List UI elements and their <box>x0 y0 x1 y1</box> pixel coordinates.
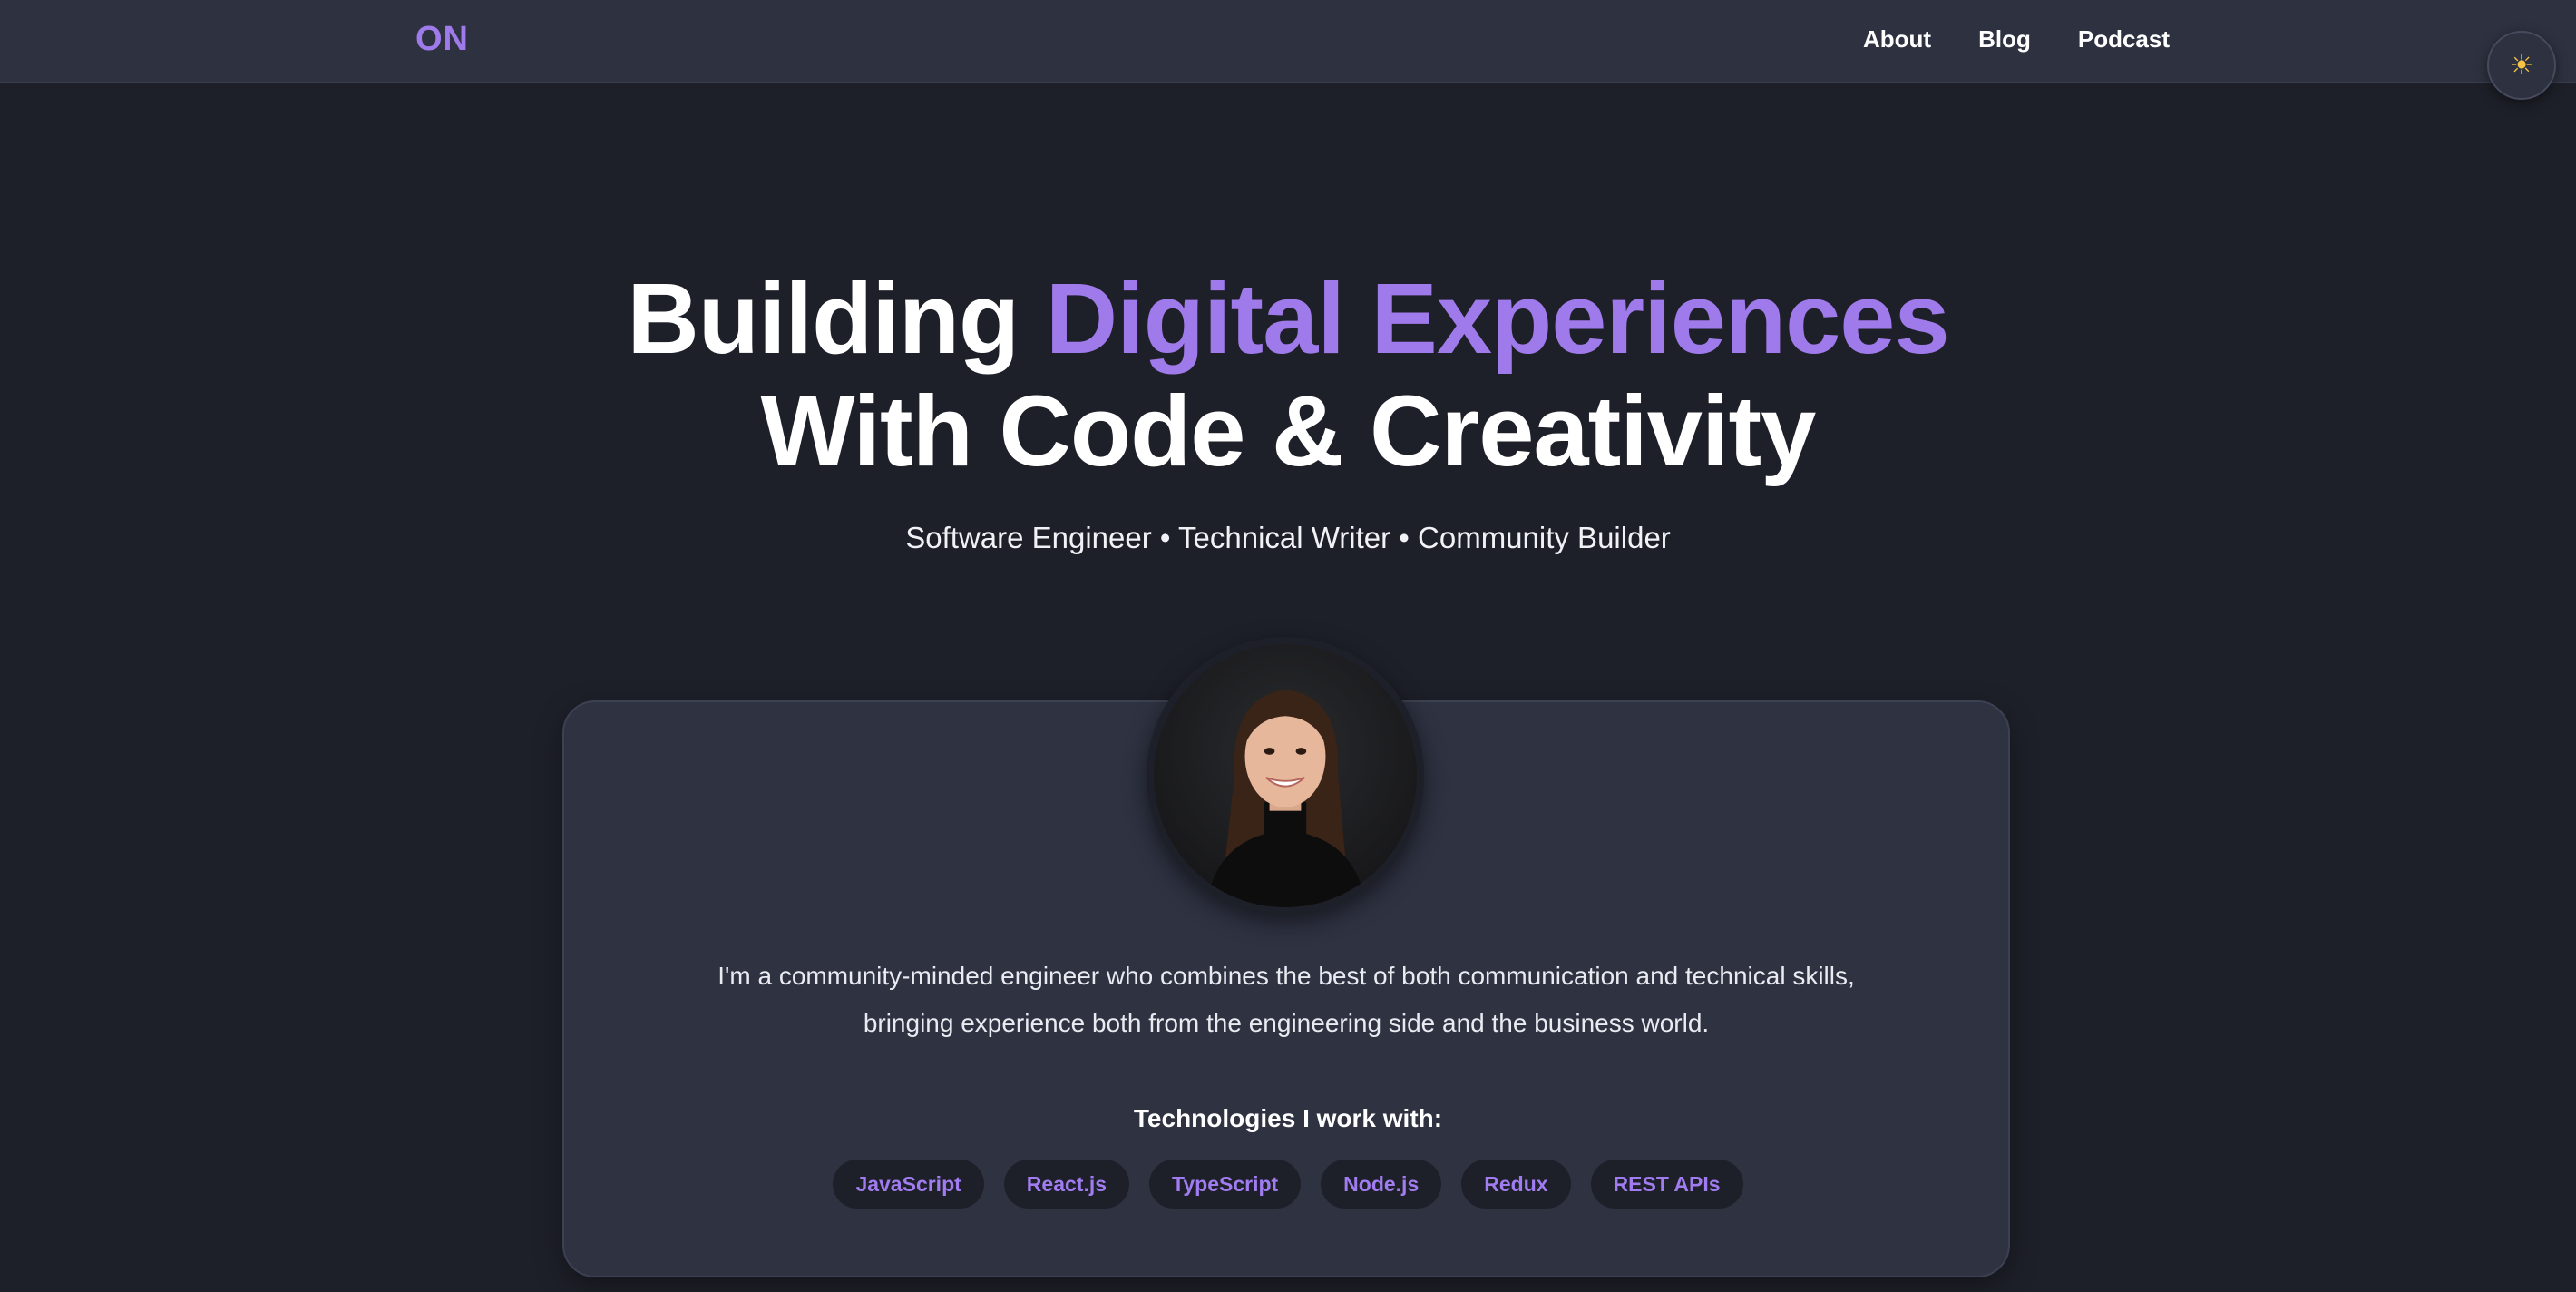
hero-title-accent: Digital Experiences <box>1045 263 1950 375</box>
tech-tag-redux: Redux <box>1461 1160 1571 1209</box>
hero-title-line2: With Code & Creativity <box>760 376 1817 487</box>
sun-icon: ☀ <box>2509 50 2534 81</box>
nav-link-about[interactable]: About <box>1863 25 1931 54</box>
hero-title: Building Digital Experiences With Code &… <box>0 263 2576 488</box>
theme-toggle-button[interactable]: ☀ <box>2487 31 2556 100</box>
top-navigation-bar: ON About Blog Podcast <box>0 0 2576 83</box>
tech-tag-javascript: JavaScript <box>833 1160 984 1209</box>
site-logo[interactable]: ON <box>415 20 469 59</box>
tech-tag-reactjs: React.js <box>1003 1160 1130 1209</box>
profile-avatar <box>1147 637 1424 915</box>
main-nav: About Blog Podcast <box>1863 25 2170 54</box>
hero-title-part1: Building <box>627 263 1046 375</box>
technology-tags: JavaScript React.js TypeScript Node.js R… <box>0 1160 2576 1209</box>
hero-subtitle: Software Engineer • Technical Writer • C… <box>905 521 1671 554</box>
tech-tag-typescript: TypeScript <box>1149 1160 1302 1209</box>
nav-link-podcast[interactable]: Podcast <box>2078 25 2170 54</box>
tech-tag-nodejs: Node.js <box>1321 1160 1442 1209</box>
technologies-heading: Technologies I work with: <box>1133 1104 1443 1132</box>
profile-bio: I'm a community-minded engineer who comb… <box>717 962 1855 1037</box>
tech-tag-rest-apis: REST APIs <box>1590 1160 1743 1209</box>
nav-link-blog[interactable]: Blog <box>1978 25 2031 54</box>
avatar-portrait-image <box>1154 644 1417 907</box>
